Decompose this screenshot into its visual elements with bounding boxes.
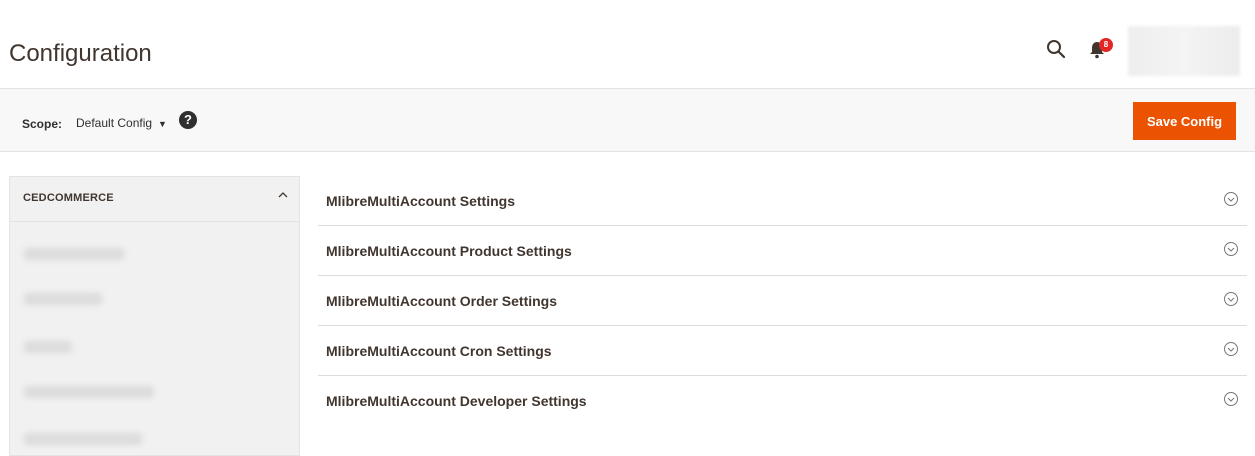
save-config-button[interactable]: Save Config (1133, 102, 1236, 140)
sidebar-item[interactable] (24, 341, 72, 353)
sidebar-item[interactable] (24, 293, 102, 305)
user-account-menu[interactable] (1128, 26, 1240, 76)
page-title: Configuration (9, 40, 152, 67)
scope-label: Scope: (22, 117, 63, 131)
section-title: MlibreMultiAccount Order Settings (326, 293, 558, 309)
sidebar-group-header[interactable]: CEDCOMMERCE (10, 177, 299, 222)
scope-selected-value: Default Config (76, 116, 153, 130)
expand-circle-icon (1223, 191, 1239, 207)
expand-circle-icon (1223, 391, 1239, 407)
search-icon[interactable] (1045, 38, 1067, 60)
config-section[interactable]: MlibreMultiAccount Order Settings (318, 276, 1247, 326)
config-section[interactable]: MlibreMultiAccount Cron Settings (318, 326, 1247, 376)
sidebar-item[interactable] (24, 248, 124, 260)
help-icon[interactable]: ? (179, 111, 197, 129)
config-section[interactable]: MlibreMultiAccount Product Settings (318, 226, 1247, 276)
scope-switcher[interactable]: Default Config ▼ (76, 116, 167, 130)
expand-circle-icon (1223, 341, 1239, 357)
sidebar-item[interactable] (24, 433, 142, 445)
sidebar-group-title: CEDCOMMERCE (23, 192, 114, 204)
expand-circle-icon (1223, 291, 1239, 307)
section-title: MlibreMultiAccount Product Settings (326, 243, 572, 259)
sidebar-item[interactable] (24, 386, 154, 398)
chevron-up-icon (277, 188, 289, 204)
config-sidebar: CEDCOMMERCE (9, 176, 300, 456)
notifications-button[interactable]: 8 (1089, 38, 1119, 62)
section-title: MlibreMultiAccount Developer Settings (326, 393, 587, 409)
notification-count-badge: 8 (1099, 38, 1113, 52)
scope-toolbar: Scope: Default Config ▼ ? Save Config (0, 88, 1255, 152)
config-section[interactable]: MlibreMultiAccount Settings (318, 176, 1247, 226)
section-title: MlibreMultiAccount Cron Settings (326, 343, 552, 359)
expand-circle-icon (1223, 241, 1239, 257)
config-section[interactable]: MlibreMultiAccount Developer Settings (318, 376, 1247, 425)
section-title: MlibreMultiAccount Settings (326, 193, 515, 209)
config-sections: MlibreMultiAccount Settings MlibreMultiA… (318, 176, 1247, 425)
caret-down-icon: ▼ (158, 119, 167, 129)
